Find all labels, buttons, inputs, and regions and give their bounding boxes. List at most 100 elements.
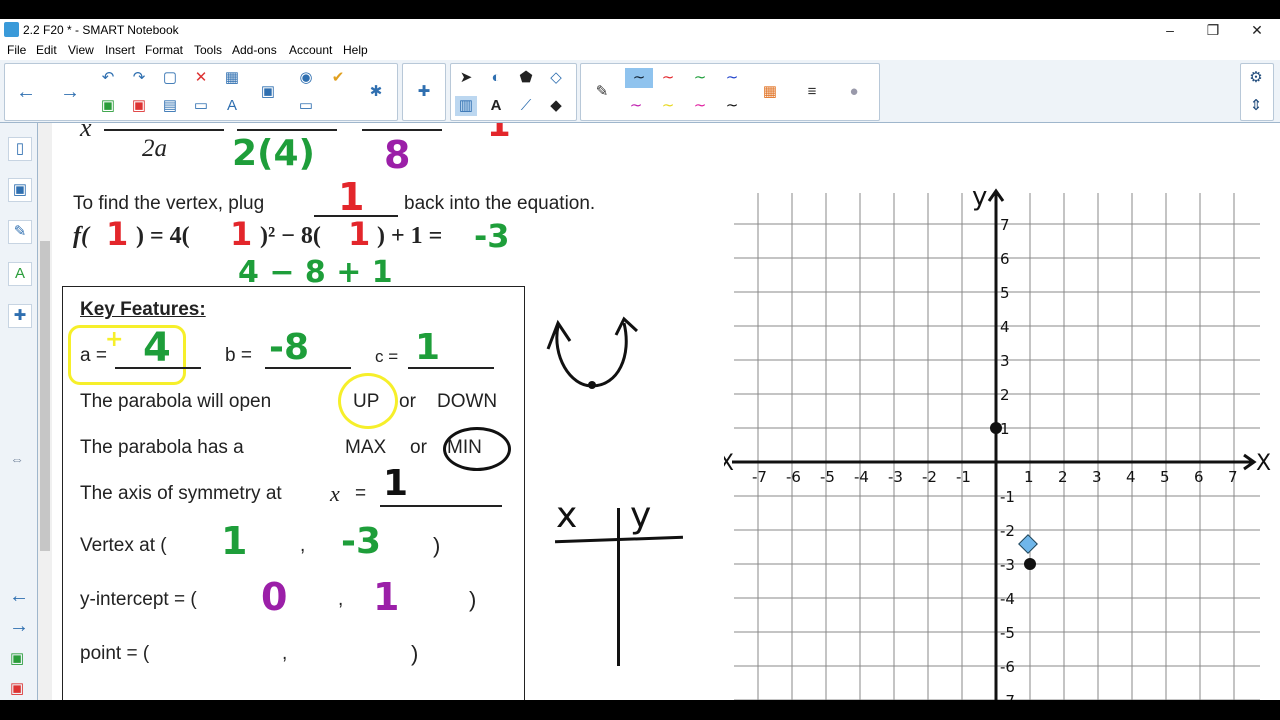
parabola-sketch — [546, 316, 639, 389]
expand-icon[interactable]: ⇔ — [10, 451, 24, 467]
page-icon[interactable]: ▢ — [159, 68, 181, 88]
table-icon[interactable]: ▦ — [221, 68, 243, 88]
capture-icon[interactable]: ▣ — [257, 82, 279, 102]
back-arrow-icon[interactable]: ← — [15, 82, 37, 102]
table-vertical-line — [617, 508, 620, 666]
down-option: DOWN — [437, 391, 498, 412]
y-intercept-label: y-intercept = ( — [80, 589, 197, 610]
point-close: ) — [411, 641, 419, 666]
vertex-label: Vertex at ( — [80, 535, 167, 556]
formula-line-3 — [362, 129, 442, 131]
menu-format[interactable]: Format — [145, 43, 183, 57]
fill-icon[interactable]: ⬟ — [515, 68, 537, 88]
color-palette-icon[interactable]: ▦ — [759, 82, 781, 102]
eight-handwriting: 8 — [384, 133, 411, 177]
point-label: point = ( — [80, 643, 150, 664]
x-tick-label: -1 — [956, 468, 971, 486]
title-bar: 2.2 F20 * - SMART Notebook – ❐ ✕ — [0, 19, 1280, 41]
pen-blue-icon[interactable]: ∼ — [721, 68, 743, 88]
delete-page-icon[interactable]: ▣ — [128, 96, 150, 116]
pen-pink-icon[interactable]: ∼ — [689, 96, 711, 116]
arithmetic-work: 4 − 8 + 1 — [238, 255, 393, 290]
pen-yellow-icon[interactable]: ∼ — [657, 96, 679, 116]
pen-dashed-icon[interactable]: ∼ — [721, 96, 743, 116]
addons-icon[interactable]: ✚ — [8, 304, 32, 328]
save-icon[interactable]: ▤ — [159, 96, 181, 116]
gear-icon[interactable]: ⚙ — [1245, 68, 1267, 88]
vertex-instruction-start: To find the vertex, plug — [73, 193, 265, 214]
display-icon[interactable]: ▭ — [295, 96, 317, 116]
f-mid-1: ) = 4( — [136, 223, 190, 249]
x-tick-label: 2 — [1058, 468, 1068, 486]
delete-icon[interactable]: ✕ — [190, 68, 212, 88]
pen-red-icon[interactable]: ∼ — [657, 68, 679, 88]
scrollbar-thumb[interactable] — [40, 241, 50, 551]
measure-tools-icon[interactable]: ▥ — [455, 96, 477, 116]
sound-icon[interactable]: ◉ — [295, 68, 317, 88]
line-style-icon[interactable]: ≡ — [801, 82, 823, 102]
forward-arrow-icon[interactable]: → — [59, 82, 81, 102]
axis-equals: = — [355, 483, 367, 504]
attachments-icon[interactable]: ✎ — [8, 220, 32, 244]
axis-value: 1 — [383, 463, 409, 504]
redo-icon[interactable]: ↷ — [128, 68, 150, 88]
pen-green-icon[interactable]: ∼ — [689, 68, 711, 88]
previous-page-icon[interactable]: ← — [9, 585, 29, 608]
eraser-tool-icon[interactable]: ◇ — [545, 68, 567, 88]
vertical-scrollbar[interactable] — [38, 123, 52, 700]
x-tick-label: -5 — [820, 468, 835, 486]
pen-black-icon[interactable]: ∼ — [625, 68, 653, 88]
vertex-y-value: -3 — [341, 521, 381, 562]
y-tick-label: 7 — [1000, 216, 1010, 234]
delete-page-sidebar-icon[interactable]: ▣ — [10, 679, 24, 697]
menu-file[interactable]: File — [7, 43, 26, 57]
pen-icon[interactable]: ✎ — [591, 82, 613, 102]
eraser-icon[interactable]: ◆ — [545, 96, 567, 116]
app-icon — [4, 22, 19, 37]
f-result: -3 — [474, 217, 510, 255]
vertex-comma: , — [300, 535, 306, 556]
select-icon[interactable]: ➤ — [455, 68, 477, 88]
effects-icon[interactable]: ● — [843, 82, 865, 102]
menu-tools[interactable]: Tools — [194, 43, 222, 57]
toolbar-move-icon[interactable]: ⇕ — [1245, 96, 1267, 116]
undo-icon[interactable]: ↶ — [97, 68, 119, 88]
menu-account[interactable]: Account — [289, 43, 332, 57]
close-button[interactable]: ✕ — [1237, 19, 1277, 41]
plotted-point — [990, 422, 1002, 434]
menu-edit[interactable]: Edit — [36, 43, 57, 57]
menu-help[interactable]: Help — [343, 43, 368, 57]
add-page-icon[interactable]: ▣ — [97, 96, 119, 116]
up-option: UP — [353, 391, 380, 412]
notebook-canvas[interactable]: x 2a 2(4) 8 1 To find the vertex, plug 1… — [52, 123, 1280, 700]
y-intercept-y-value: 1 — [373, 575, 400, 619]
gallery-icon[interactable]: ▣ — [8, 178, 32, 202]
shapes-icon[interactable]: ◐ — [485, 68, 507, 88]
activity-icon[interactable]: ✔ — [327, 68, 349, 88]
bottom-border — [0, 700, 1280, 720]
b-value: -8 — [269, 327, 309, 368]
next-page-icon[interactable]: → — [9, 615, 29, 638]
pen-purple-icon[interactable]: ∼ — [625, 96, 647, 116]
x-tick-label: -6 — [786, 468, 801, 486]
coordinate-graph[interactable]: -7 -6 -5 -4 -3 -2 -1 1 2 3 4 5 6 77654321-1-2-3-4-5-6… — [724, 183, 1274, 700]
axis-x-var: x — [330, 481, 340, 506]
menu-insert[interactable]: Insert — [105, 43, 135, 57]
screen-icon[interactable]: ▭ — [190, 96, 212, 116]
menu-view[interactable]: View — [68, 43, 94, 57]
maximize-button[interactable]: ❐ — [1193, 19, 1233, 41]
x-tick-label: -4 — [854, 468, 869, 486]
page-sorter-icon[interactable]: ▯ — [8, 137, 32, 161]
menu-addons[interactable]: Add-ons — [232, 43, 277, 57]
f-one-1: 1 — [106, 215, 129, 253]
text-tool-icon[interactable]: A — [485, 96, 507, 116]
add-page-sidebar-icon[interactable]: ▣ — [10, 649, 24, 667]
x-tick-label: 4 — [1126, 468, 1136, 486]
puzzle-icon[interactable]: ✚ — [413, 82, 435, 102]
text-style-icon[interactable]: A — [221, 96, 243, 116]
lesson-activity-icon[interactable]: ✱ — [365, 82, 387, 102]
minimize-button[interactable]: – — [1150, 19, 1190, 41]
vertex-close: ) — [433, 533, 441, 558]
line-tool-icon[interactable]: ⟋ — [515, 96, 537, 116]
properties-icon[interactable]: A — [8, 262, 32, 286]
